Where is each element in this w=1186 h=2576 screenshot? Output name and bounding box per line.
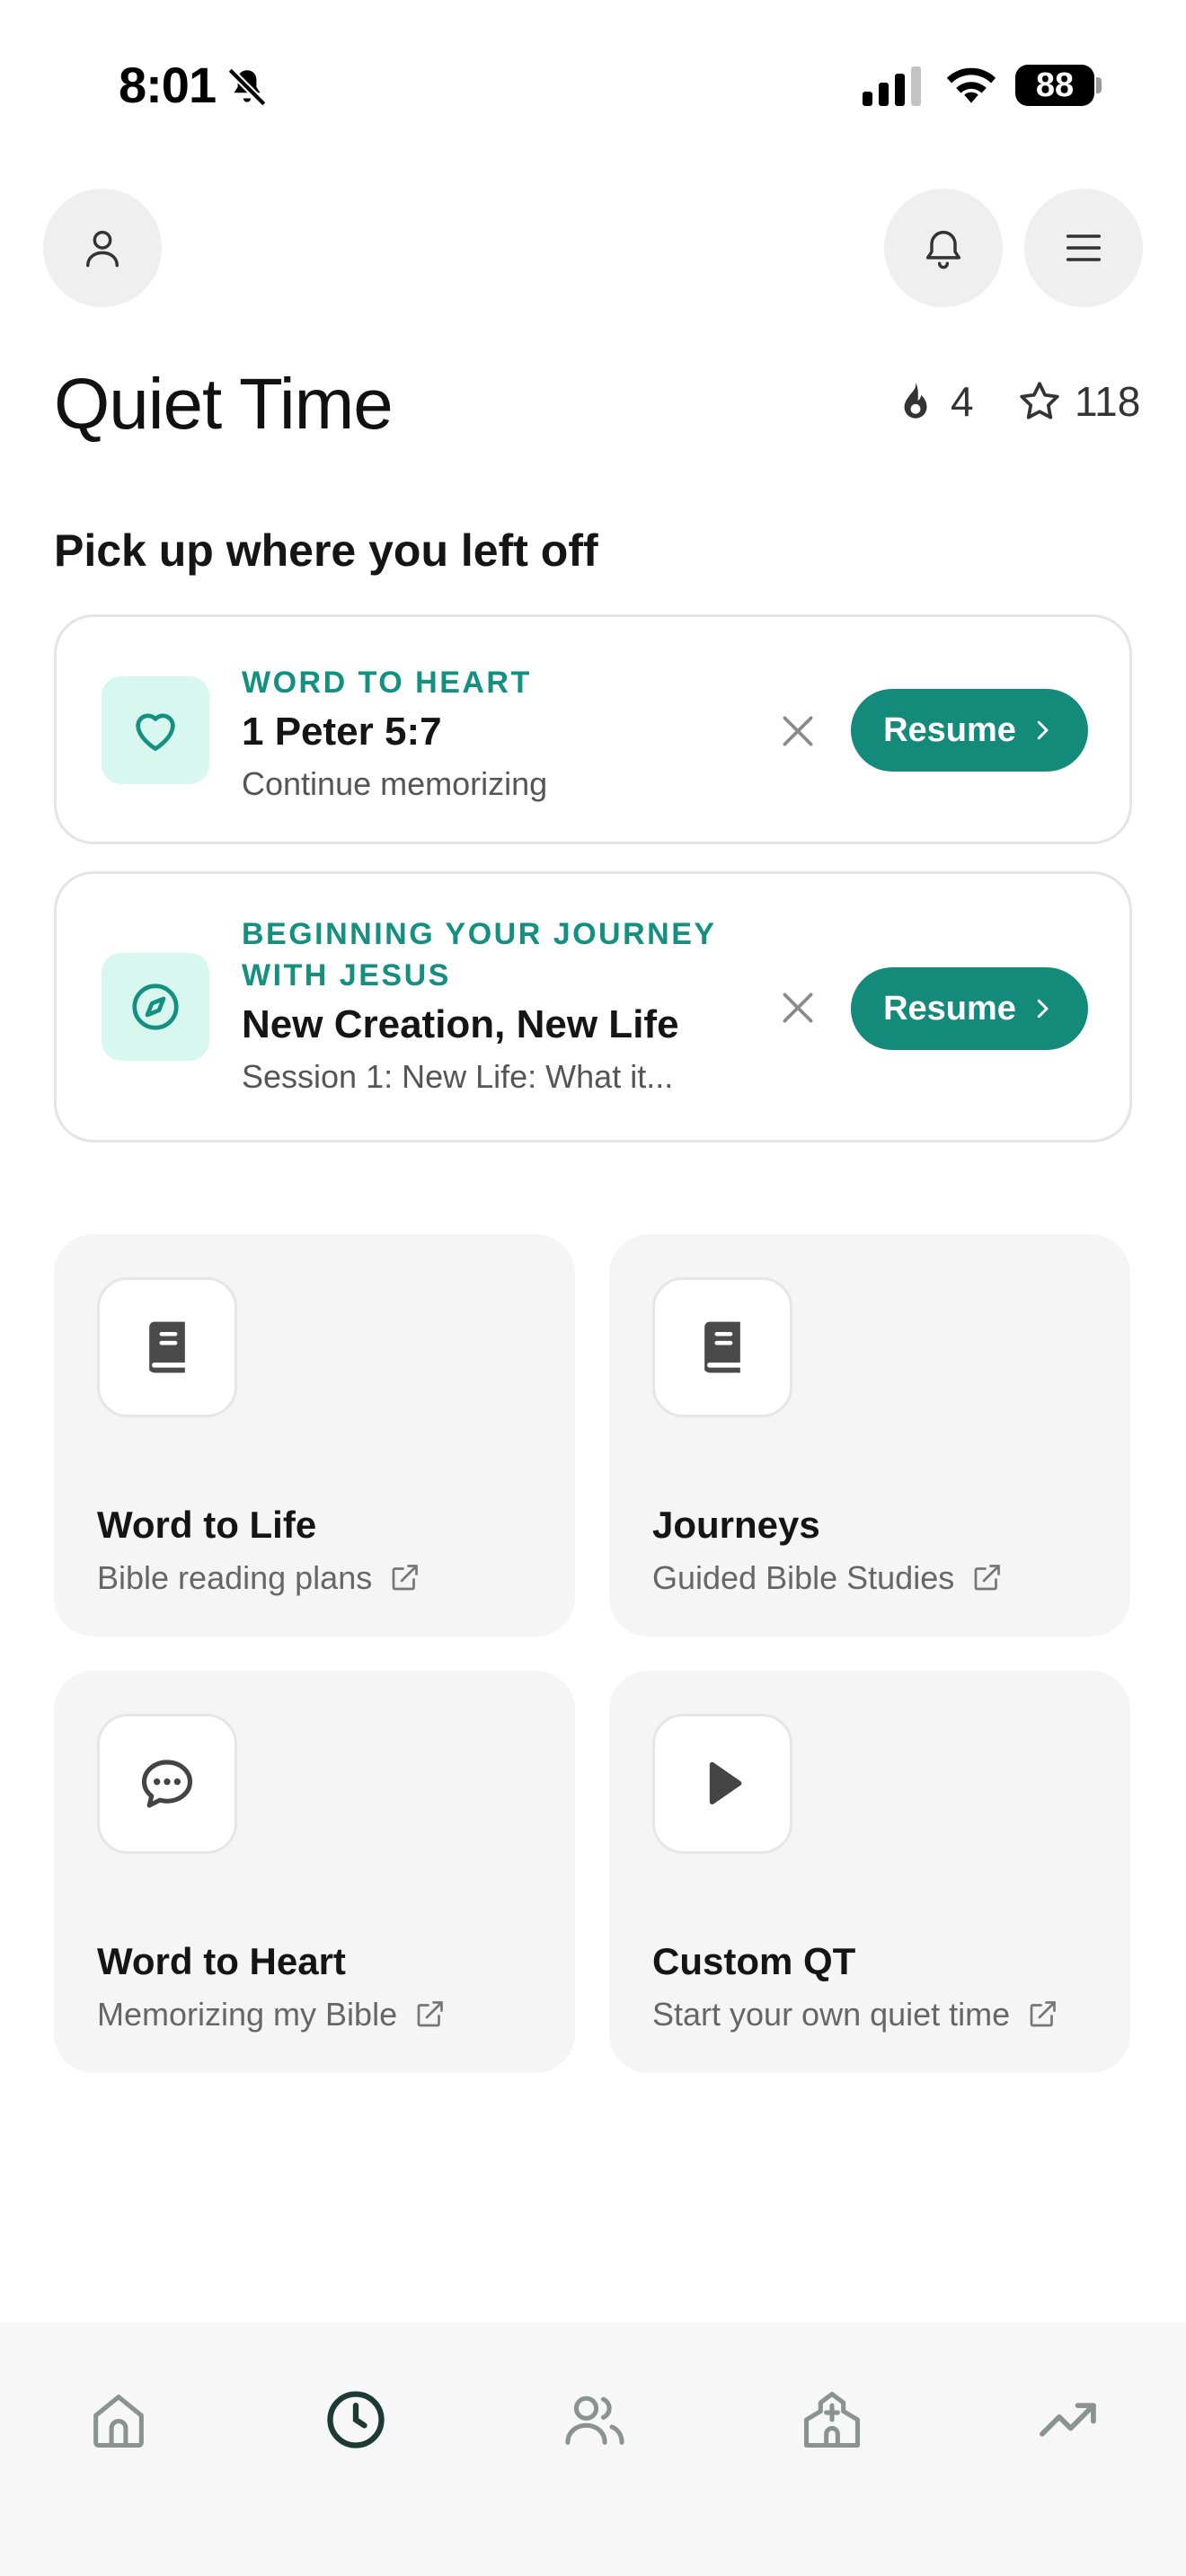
tile-icon-box <box>652 1714 792 1854</box>
home-icon <box>93 2395 144 2448</box>
flame-icon <box>904 383 927 419</box>
external-link-icon <box>974 1565 1001 1591</box>
tile-title: Journeys <box>652 1504 820 1546</box>
tile-journeys[interactable]: Journeys Guided Bible Studies <box>609 1234 1130 1636</box>
tile-subtitle-text: Bible reading plans <box>97 1559 373 1596</box>
resume-button[interactable]: Resume <box>851 967 1088 1050</box>
tile-subtitle: Memorizing my Bible <box>97 1996 446 2033</box>
tile-icon-box <box>652 1277 792 1417</box>
tile-title: Word to Heart <box>97 1940 346 1982</box>
nav-church[interactable] <box>787 2375 877 2465</box>
chevron-right-icon <box>1037 720 1049 740</box>
star-icon <box>1020 382 1059 419</box>
notifications-button[interactable] <box>884 189 1003 307</box>
dismiss-button[interactable] <box>775 709 820 754</box>
cellular-signal-icon <box>863 66 921 106</box>
tile-title: Word to Life <box>97 1504 317 1546</box>
book-icon <box>704 1321 740 1373</box>
person-icon <box>86 230 119 268</box>
battery-cap <box>1096 77 1102 93</box>
card-category: WORD TO HEART <box>242 666 532 700</box>
tile-subtitle-text: Start your own quiet time <box>652 1996 1011 2033</box>
streak-count: 4 <box>951 378 974 425</box>
tile-subtitle-text: Memorizing my Bible <box>97 1996 398 2033</box>
nav-quiet-time[interactable] <box>311 2375 401 2465</box>
card-text: WORD TO HEART 1 Peter 5:7 Continue memor… <box>242 662 727 806</box>
hamburger-menu-icon <box>1066 234 1102 261</box>
tile-subtitle-text: Guided Bible Studies <box>652 1559 955 1596</box>
chat-bubble-icon <box>141 1760 193 1808</box>
tile-icon-box <box>97 1277 237 1417</box>
external-link-icon <box>417 2001 443 2027</box>
tile-icon-box <box>97 1714 237 1854</box>
card-icon-box <box>102 953 209 1061</box>
card-subtitle: Continue memorizing <box>242 765 548 802</box>
stars-stat[interactable]: 118 <box>1017 377 1140 426</box>
status-time: 8:01 <box>119 57 217 113</box>
nav-community[interactable] <box>550 2375 640 2465</box>
close-icon <box>783 716 813 746</box>
status-bar: 8:01 88 <box>0 0 1186 171</box>
battery-icon: 88 <box>1015 65 1102 106</box>
resume-label: Resume <box>883 989 1016 1028</box>
resume-card-word-to-heart[interactable]: WORD TO HEART 1 Peter 5:7 Continue memor… <box>54 614 1132 844</box>
wifi-icon <box>946 67 996 103</box>
card-title: New Creation, New Life <box>242 1002 679 1046</box>
nav-progress[interactable] <box>1024 2375 1114 2465</box>
stars-count: 118 <box>1075 378 1141 425</box>
clock-icon <box>327 2391 385 2448</box>
resume-card-journey[interactable]: BEGINNING YOUR JOURNEY WITH JESUS New Cr… <box>54 871 1132 1142</box>
people-icon <box>565 2395 624 2445</box>
battery-level: 88 <box>1015 65 1094 106</box>
tile-subtitle: Bible reading plans <box>97 1559 420 1597</box>
bell-slash-icon <box>227 67 267 107</box>
bottom-nav <box>0 2323 1186 2576</box>
book-icon <box>149 1321 185 1373</box>
resume-button[interactable]: Resume <box>851 689 1088 772</box>
tile-custom-qt[interactable]: Custom QT Start your own quiet time <box>609 1671 1130 2073</box>
heart-icon <box>136 713 175 751</box>
bell-icon <box>925 230 961 269</box>
card-text: BEGINNING YOUR JOURNEY WITH JESUS New Cr… <box>242 913 727 1098</box>
external-link-icon <box>1030 2001 1057 2027</box>
tile-subtitle: Start your own quiet time <box>652 1996 1058 2033</box>
tile-title: Custom QT <box>652 1940 856 1982</box>
external-link-icon <box>392 1565 419 1591</box>
card-subtitle: Session 1: New Life: What it... <box>242 1058 674 1095</box>
resume-label: Resume <box>883 710 1016 749</box>
menu-button[interactable] <box>1024 189 1143 307</box>
streak-stat[interactable]: 4 <box>893 377 974 426</box>
tile-word-to-heart[interactable]: Word to Heart Memorizing my Bible <box>54 1671 575 2073</box>
tile-subtitle: Guided Bible Studies <box>652 1559 1003 1597</box>
section-title: Pick up where you left off <box>54 525 598 576</box>
page-title: Quiet Time <box>54 364 394 444</box>
card-title: 1 Peter 5:7 <box>242 710 442 754</box>
profile-button[interactable] <box>43 189 162 307</box>
card-icon-box <box>102 676 209 784</box>
play-icon <box>709 1761 742 1804</box>
dismiss-button[interactable] <box>775 985 820 1030</box>
nav-home[interactable] <box>74 2375 164 2465</box>
church-icon <box>803 2391 861 2448</box>
card-category: BEGINNING YOUR JOURNEY WITH JESUS <box>242 917 716 992</box>
close-icon <box>783 992 813 1023</box>
chevron-right-icon <box>1037 999 1049 1019</box>
tile-word-to-life[interactable]: Word to Life Bible reading plans <box>54 1234 575 1636</box>
compass-icon <box>132 984 179 1030</box>
trending-up-icon <box>1040 2403 1096 2437</box>
